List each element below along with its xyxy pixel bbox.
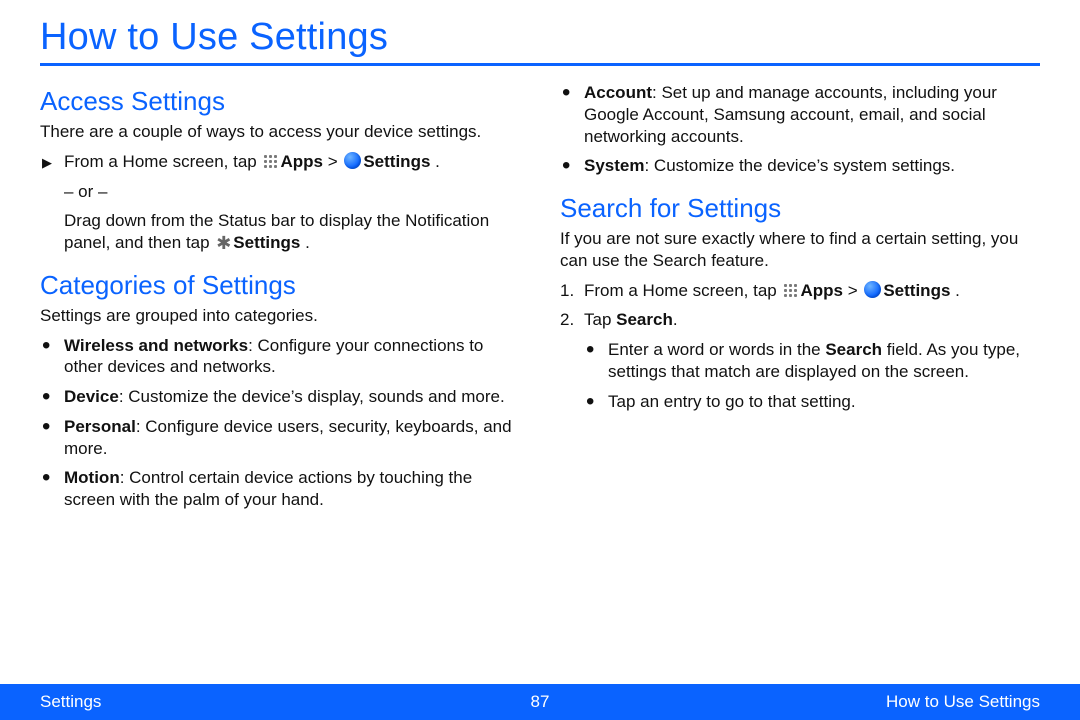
search-step-1: 1. From a Home screen, tap Apps > Settin…: [560, 280, 1040, 302]
text: From a Home screen, tap: [64, 152, 261, 171]
apps-label: Apps: [280, 152, 323, 171]
settings-label: Settings: [363, 152, 430, 171]
bullet-icon: •: [42, 334, 50, 358]
text: Tap: [584, 310, 616, 329]
settings-badge-icon: [344, 152, 361, 169]
category-desc: : Customize the device’s system settings…: [644, 156, 955, 175]
bullet-icon: •: [562, 154, 570, 178]
bullet-icon: •: [42, 466, 50, 490]
text: From a Home screen, tap: [584, 281, 781, 300]
triangle-icon: ▶: [42, 155, 52, 172]
gear-icon: [216, 235, 231, 250]
footer-left: Settings: [40, 692, 101, 712]
category-name: Account: [584, 83, 652, 102]
gt: >: [323, 152, 342, 171]
bullet-icon: •: [586, 338, 594, 362]
apps-grid-icon: [263, 154, 278, 169]
access-intro: There are a couple of ways to access you…: [40, 121, 520, 143]
heading-categories: Categories of Settings: [40, 270, 520, 301]
footer-right: How to Use Settings: [886, 692, 1040, 712]
page-title: How to Use Settings: [40, 16, 1040, 59]
category-item: • Device: Customize the device’s display…: [40, 386, 520, 408]
text: Enter a word or words in the: [608, 340, 825, 359]
category-name: Device: [64, 387, 119, 406]
period: .: [300, 233, 309, 252]
heading-access-settings: Access Settings: [40, 86, 520, 117]
bullet-icon: •: [562, 81, 570, 105]
bullet-icon: •: [586, 390, 594, 414]
left-column: Access Settings There are a couple of wa…: [40, 80, 520, 519]
footer-page-number: 87: [531, 692, 550, 712]
search-substep: • Enter a word or words in the Search fi…: [560, 339, 1040, 383]
search-label: Search: [616, 310, 673, 329]
title-rule: [40, 63, 1040, 66]
category-name: Motion: [64, 468, 120, 487]
category-item: • Account: Set up and manage accounts, i…: [560, 82, 1040, 147]
step-number: 1.: [560, 280, 574, 302]
search-label: Search: [825, 340, 882, 359]
category-name: Wireless and networks: [64, 336, 248, 355]
apps-label: Apps: [800, 281, 843, 300]
category-item: • Personal: Configure device users, secu…: [40, 416, 520, 460]
page-footer: Settings 87 How to Use Settings: [0, 684, 1080, 720]
category-item: • Wireless and networks: Configure your …: [40, 335, 520, 379]
category-item: • Motion: Control certain device actions…: [40, 467, 520, 511]
bullet-icon: •: [42, 415, 50, 439]
right-column: • Account: Set up and manage accounts, i…: [560, 80, 1040, 519]
category-item: • System: Customize the device’s system …: [560, 155, 1040, 177]
settings-label: Settings: [883, 281, 950, 300]
search-step-2: 2. Tap Search.: [560, 309, 1040, 331]
search-substep: • Tap an entry to go to that setting.: [560, 391, 1040, 413]
gt: >: [843, 281, 862, 300]
period: .: [430, 152, 439, 171]
heading-search-settings: Search for Settings: [560, 193, 1040, 224]
step-number: 2.: [560, 309, 574, 331]
settings-label: Settings: [233, 233, 300, 252]
settings-badge-icon: [864, 281, 881, 298]
category-name: System: [584, 156, 644, 175]
text: Tap an entry to go to that setting.: [608, 392, 856, 411]
categories-intro: Settings are grouped into categories.: [40, 305, 520, 327]
category-name: Personal: [64, 417, 136, 436]
bullet-icon: •: [42, 385, 50, 409]
category-desc: : Control certain device actions by touc…: [64, 468, 472, 509]
category-desc: : Customize the device’s display, sounds…: [119, 387, 505, 406]
search-intro: If you are not sure exactly where to fin…: [560, 228, 1040, 272]
or-divider: – or –: [40, 181, 520, 203]
access-step-home: ▶ From a Home screen, tap Apps > Setting…: [40, 151, 520, 173]
apps-grid-icon: [783, 283, 798, 298]
period: .: [950, 281, 959, 300]
access-step-drag: Drag down from the Status bar to display…: [40, 210, 520, 254]
